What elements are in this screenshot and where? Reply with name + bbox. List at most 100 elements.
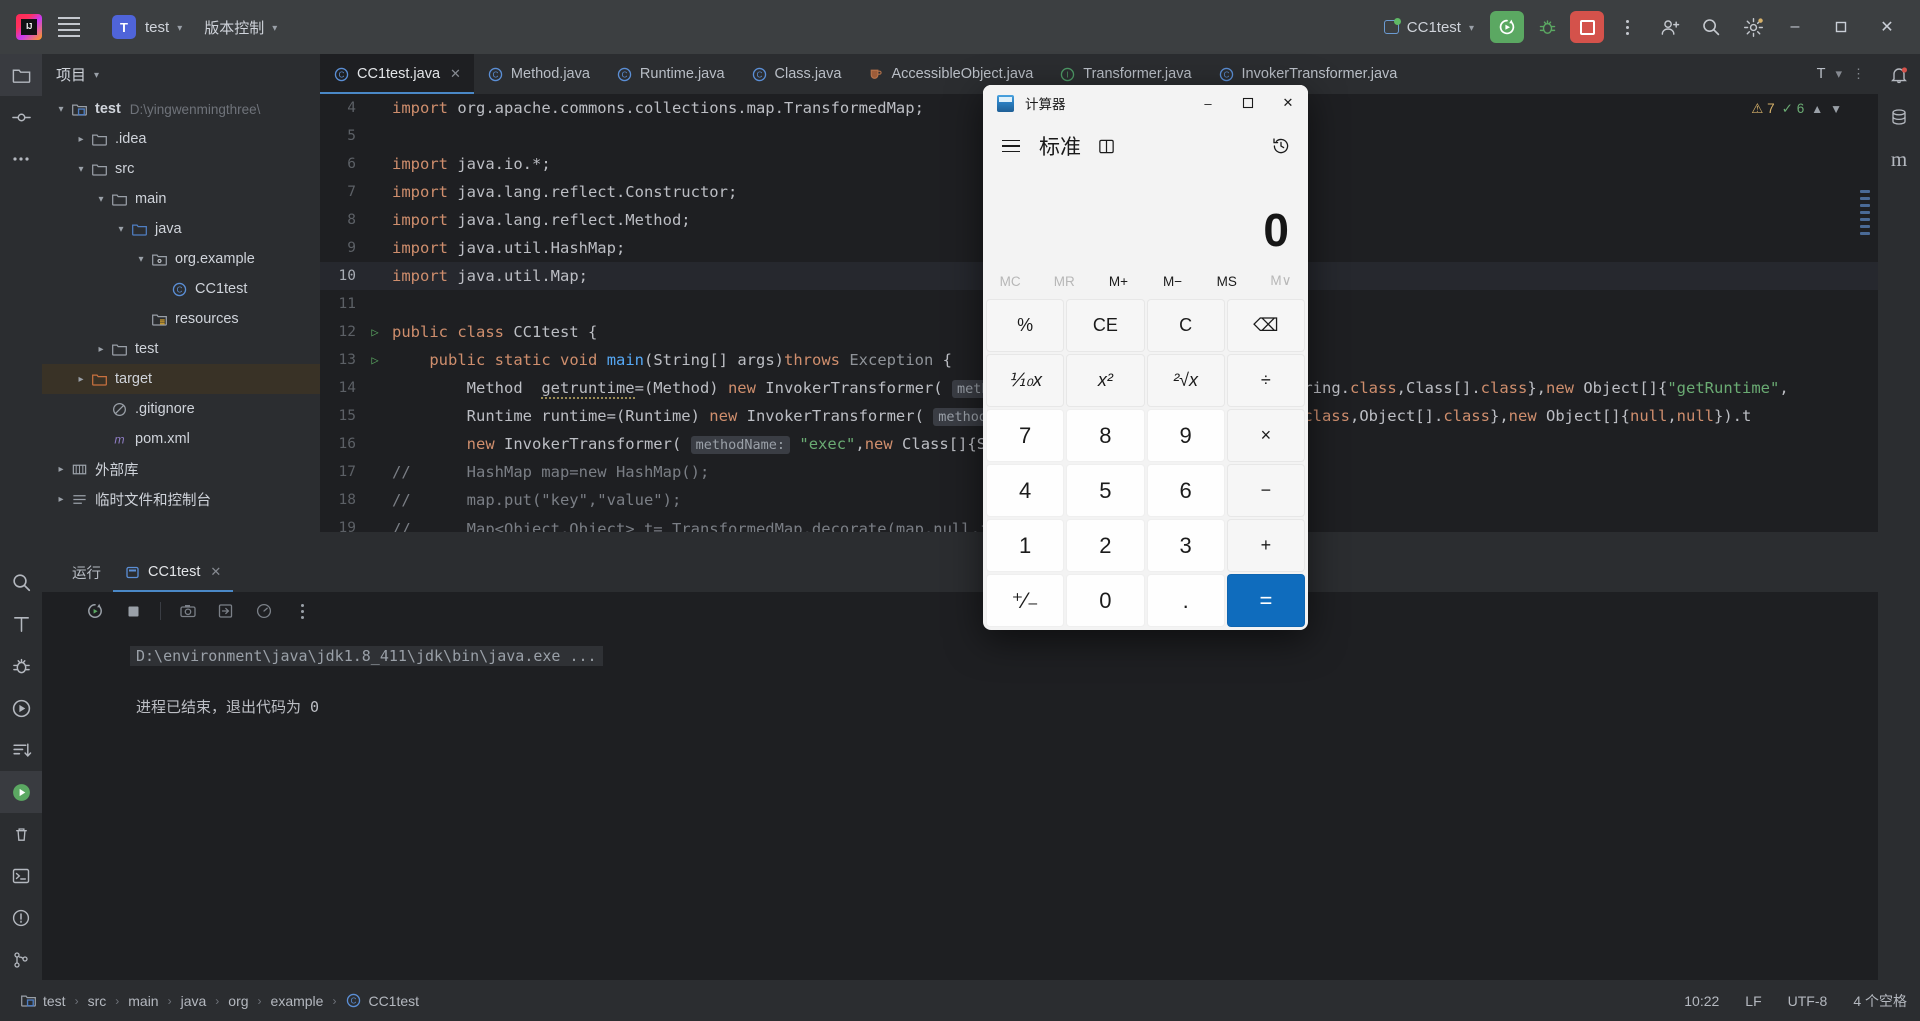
tree-item-test[interactable]: ▸ test bbox=[42, 334, 320, 364]
stop-icon[interactable] bbox=[122, 600, 144, 622]
tree-item-cc1test[interactable]: C CC1test bbox=[42, 274, 320, 304]
tree-item-src[interactable]: ▾ src bbox=[42, 154, 320, 184]
chevron-right-icon[interactable]: ▸ bbox=[52, 490, 70, 508]
calculator-key-clear-entry[interactable]: CE bbox=[1066, 299, 1145, 352]
status-indent[interactable]: 4 个空格 bbox=[1840, 991, 1920, 1011]
more-options-button[interactable] bbox=[1608, 8, 1646, 46]
chevron-right-icon[interactable]: ▸ bbox=[92, 340, 110, 358]
tree-item-.gitignore[interactable]: .gitignore bbox=[42, 394, 320, 424]
window-maximize-button[interactable] bbox=[1818, 0, 1864, 54]
version-control-menu[interactable]: 版本控制 ▾ bbox=[196, 10, 285, 44]
tree-item-target[interactable]: ▸ target bbox=[42, 364, 320, 394]
tool-window-delete[interactable] bbox=[0, 813, 42, 855]
tool-window-database[interactable] bbox=[1878, 96, 1920, 138]
history-icon[interactable] bbox=[1264, 129, 1298, 163]
calculator-close-button[interactable]: ✕ bbox=[1268, 85, 1308, 121]
tool-window-project[interactable] bbox=[0, 54, 42, 96]
calculator-key-backspace[interactable]: ⌫ bbox=[1226, 299, 1305, 352]
close-icon[interactable]: ✕ bbox=[210, 564, 221, 580]
calculator-key-divide[interactable]: ÷ bbox=[1226, 354, 1305, 407]
project-panel-header[interactable]: 项目 ▾ bbox=[42, 54, 320, 94]
gutter-run-icon[interactable]: ▷ bbox=[364, 325, 386, 339]
calculator-key-square-root[interactable]: ²√x bbox=[1146, 354, 1225, 407]
calculator-key-digit-1[interactable]: 1 bbox=[986, 519, 1065, 572]
inspection-widget[interactable]: ⚠ 7 ✓ 6 ▲ ▼ bbox=[1751, 94, 1842, 124]
chevron-down-icon[interactable]: ▾ bbox=[72, 160, 90, 178]
window-minimize-button[interactable]: – bbox=[1772, 0, 1818, 54]
tool-window-search[interactable] bbox=[0, 561, 42, 603]
stop-button[interactable] bbox=[1570, 11, 1604, 43]
tool-window-sort[interactable] bbox=[0, 729, 42, 771]
calculator-key-digit-8[interactable]: 8 bbox=[1066, 409, 1145, 462]
chevron-right-icon[interactable]: ▸ bbox=[72, 130, 90, 148]
calculator-key-digit-4[interactable]: 4 bbox=[986, 464, 1065, 517]
more-vertical-icon[interactable]: ⋮ bbox=[1852, 66, 1865, 82]
calculator-key-percent[interactable]: % bbox=[986, 299, 1065, 352]
tool-window-maven[interactable]: m bbox=[1878, 138, 1920, 180]
chevron-down-icon[interactable]: ▾ bbox=[112, 220, 130, 238]
status-encoding[interactable]: UTF-8 bbox=[1775, 993, 1841, 1009]
run-button[interactable] bbox=[1490, 11, 1524, 43]
calculator-key-digit-9[interactable]: 9 bbox=[1146, 409, 1225, 462]
calculator-key-multiply[interactable]: × bbox=[1226, 409, 1305, 462]
tool-window-vcs[interactable] bbox=[0, 939, 42, 981]
chevron-down-icon[interactable]: ▾ bbox=[52, 100, 70, 118]
tree-item-main[interactable]: ▾ main bbox=[42, 184, 320, 214]
chevron-right-icon[interactable]: ▸ bbox=[52, 460, 70, 478]
editor-tab-runtime[interactable]: C Runtime.java bbox=[603, 54, 738, 94]
tool-window-debug[interactable] bbox=[0, 645, 42, 687]
calculator-memory-ms[interactable]: MS bbox=[1200, 274, 1254, 289]
account-button[interactable] bbox=[1650, 8, 1688, 46]
breadcrumb-item-test[interactable]: test bbox=[14, 992, 72, 1009]
breadcrumb-item-org[interactable]: org bbox=[222, 993, 254, 1009]
editor-tab-method[interactable]: C Method.java bbox=[474, 54, 603, 94]
calculator-key-add[interactable]: + bbox=[1226, 519, 1305, 572]
calculator-key-square[interactable]: x² bbox=[1066, 354, 1145, 407]
calculator-key-clear[interactable]: C bbox=[1146, 299, 1225, 352]
calculator-memory-m[interactable]: M− bbox=[1146, 274, 1200, 289]
close-icon[interactable]: ✕ bbox=[450, 66, 461, 82]
run-tab-cc1test[interactable]: CC1test ✕ bbox=[113, 552, 233, 592]
more-vertical-icon[interactable] bbox=[291, 600, 313, 622]
calculator-minimize-button[interactable]: – bbox=[1188, 85, 1228, 121]
gutter-run-icon[interactable]: ▷ bbox=[364, 353, 386, 367]
calculator-key-digit-6[interactable]: 6 bbox=[1146, 464, 1225, 517]
rerun-icon[interactable] bbox=[84, 600, 106, 622]
breadcrumb-item-cc1test[interactable]: C CC1test bbox=[339, 992, 425, 1009]
tree-item-java[interactable]: ▾ java bbox=[42, 214, 320, 244]
calculator-memory-m[interactable]: M+ bbox=[1091, 274, 1145, 289]
chevron-down-icon[interactable]: ▾ bbox=[1835, 66, 1842, 82]
tool-window-run-selected[interactable] bbox=[0, 771, 42, 813]
chevron-down-icon[interactable]: ▼ bbox=[1830, 102, 1842, 116]
keep-on-top-icon[interactable] bbox=[1097, 137, 1116, 156]
settings-button[interactable] bbox=[1734, 8, 1772, 46]
tool-window-more[interactable] bbox=[0, 138, 42, 180]
tool-window-build[interactable] bbox=[0, 603, 42, 645]
calculator-key-equals[interactable]: = bbox=[1226, 574, 1305, 627]
chevron-right-icon[interactable]: ▸ bbox=[72, 370, 90, 388]
tree-item-org.example[interactable]: ▾ org.example bbox=[42, 244, 320, 274]
editor-scrollbar-markers[interactable] bbox=[1860, 190, 1870, 239]
calculator-key-digit-3[interactable]: 3 bbox=[1146, 519, 1225, 572]
camera-icon[interactable] bbox=[177, 600, 199, 622]
status-line-separator[interactable]: LF bbox=[1732, 993, 1774, 1009]
calculator-key-digit-5[interactable]: 5 bbox=[1066, 464, 1145, 517]
tool-window-run-arrow[interactable] bbox=[0, 687, 42, 729]
editor-tab-class[interactable]: C Class.java bbox=[738, 54, 855, 94]
export-icon[interactable] bbox=[215, 600, 237, 622]
tree-item-.idea[interactable]: ▸ .idea bbox=[42, 124, 320, 154]
calculator-key-decimal-point[interactable]: . bbox=[1146, 574, 1225, 627]
breadcrumb-item-java[interactable]: java bbox=[175, 993, 213, 1009]
calculator-key-digit-2[interactable]: 2 bbox=[1066, 519, 1145, 572]
tool-window-commit[interactable] bbox=[0, 96, 42, 138]
editor-tab-cc1test[interactable]: C CC1test.java ✕ bbox=[320, 54, 474, 94]
calculator-key-reciprocal[interactable]: ⅒x bbox=[986, 354, 1065, 407]
tree-item-pom.xml[interactable]: m pom.xml bbox=[42, 424, 320, 454]
calculator-maximize-button[interactable] bbox=[1228, 85, 1268, 121]
editor-tab-overflow[interactable]: T ▾ ⋮ bbox=[1797, 54, 1878, 94]
tool-window-terminal[interactable] bbox=[0, 855, 42, 897]
chevron-down-icon[interactable]: ▾ bbox=[132, 250, 150, 268]
tree-item-test[interactable]: ▾ test D:\yingwenmingthree\ bbox=[42, 94, 320, 124]
run-console[interactable]: D:\environment\java\jdk1.8_411\jdk\bin\j… bbox=[42, 630, 1878, 717]
profile-icon[interactable] bbox=[253, 600, 275, 622]
